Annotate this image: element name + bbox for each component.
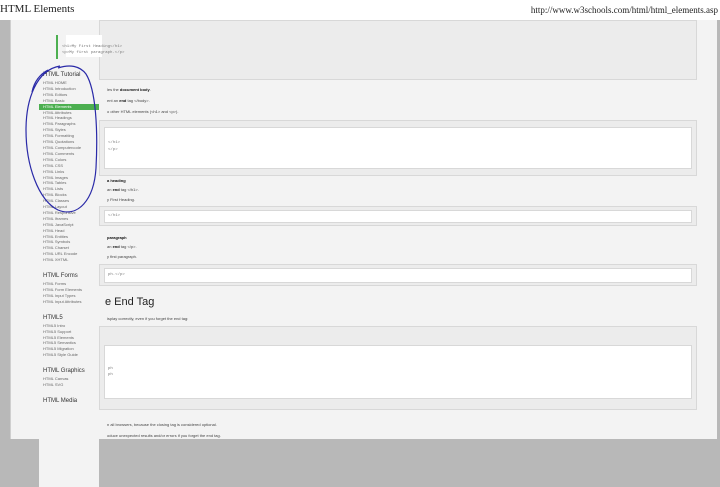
paragraph: an end tag </h1>.: [107, 187, 139, 192]
code-example-box: <h1>My First Heading</h1> <p>My first pa…: [56, 20, 697, 80]
paragraph: an end tag </p>.: [107, 244, 137, 249]
paragraph: paragraph: [107, 235, 127, 240]
code-gutter: [56, 35, 58, 59]
code-area: [104, 345, 692, 399]
code-line: <h1>My First Heading</h1>: [62, 45, 123, 49]
paragraph: oduce unexpected results and/or errors i…: [107, 433, 221, 438]
sidebar-section-title: HTML Graphics: [43, 368, 85, 375]
code-example-box: </h1>: [99, 206, 697, 226]
main-content: <h1>My First Heading</h1> <p>My first pa…: [56, 20, 699, 439]
page-url[interactable]: http://www.w3schools.com/html/html_eleme…: [531, 5, 718, 15]
paragraph: o other HTML elements (<h1> and <p>).: [107, 109, 179, 114]
sidebar-section-title: HTML Media: [43, 397, 78, 404]
paragraph: les the document body.: [107, 87, 151, 92]
section-heading: e End Tag: [105, 296, 155, 308]
sidebar-section-title: HTML Forms: [43, 273, 78, 280]
paragraph: isplay correctly, even if you forget the…: [107, 316, 189, 321]
code-area: [104, 268, 692, 283]
code-example-box: ph ph: [99, 326, 697, 410]
code-line: </p>: [108, 148, 118, 152]
code-line: ph.</p>: [108, 273, 125, 277]
paragraph: n all browsers, because the closing tag …: [107, 422, 217, 427]
paragraph: y First Heading.: [107, 197, 136, 202]
code-area: [104, 127, 692, 169]
sidebar-section-title: HTML Tutorial: [43, 72, 81, 78]
code-line: </h1>: [108, 141, 121, 145]
sidebar-section-title: HTML5: [43, 314, 63, 321]
window-title: HTML Elements: [0, 3, 75, 15]
code-area: [104, 210, 692, 223]
code-example-box: </h1> </p>: [99, 120, 697, 176]
page-content: HTML Tutorial HTML HOME HTML Introduction H…: [10, 20, 717, 487]
paragraph: y first paragraph.: [107, 254, 138, 259]
code-line: ph: [108, 367, 113, 371]
code-line: </h1>: [108, 214, 121, 218]
code-line: ph: [108, 373, 113, 377]
code-line: <p>My first paragraph.</p>: [62, 51, 125, 55]
code-example-box: ph.</p>: [99, 264, 697, 286]
paragraph: ent an end tag </body>.: [107, 98, 150, 103]
browser-title-bar: HTML Elements http://www.w3schools.com/h…: [0, 0, 720, 20]
paragraph: a heading: [107, 178, 126, 183]
sidebar-nav: HTML Tutorial HTML HOME HTML Introduction H…: [39, 20, 99, 487]
